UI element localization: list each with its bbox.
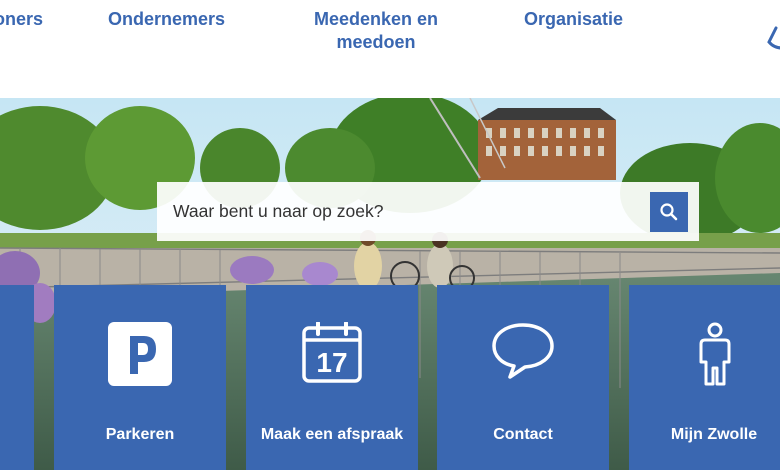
nav-item-organisatie[interactable]: Organisatie xyxy=(524,8,623,31)
tile-parkeren[interactable]: Parkeren xyxy=(54,285,226,470)
nav-item-inwoners[interactable]: woners xyxy=(0,8,43,31)
tile-label: Parkeren xyxy=(105,426,175,443)
nav-item-ondernemers[interactable]: Ondernemers xyxy=(108,8,225,31)
main-navigation: woners Ondernemers Meedenken en meedoen … xyxy=(0,0,780,98)
calendar-day: 17 xyxy=(316,347,347,378)
tile-label: Maak een afspraak xyxy=(260,426,404,443)
nav-item-meedenken[interactable]: Meedenken en meedoen xyxy=(306,8,446,54)
search-bar xyxy=(157,182,699,241)
parking-icon xyxy=(108,322,172,386)
tile-label: Mijn Zwolle xyxy=(670,426,758,443)
tile-wegwijs[interactable]: wijs xyxy=(0,285,34,470)
tile-maak-een-afspraak[interactable]: 17 Maak een afspraak xyxy=(246,285,418,470)
logo-icon xyxy=(767,26,780,50)
calendar-icon: 17 xyxy=(302,322,362,383)
search-icon xyxy=(660,202,678,220)
tile-label: Contact xyxy=(493,426,553,443)
search-button[interactable] xyxy=(650,191,688,232)
tile-mijn-zwolle[interactable]: Mijn Zwolle xyxy=(629,285,780,470)
person-icon xyxy=(699,322,731,386)
tile-contact[interactable]: Contact xyxy=(437,285,609,470)
speech-bubble-icon xyxy=(492,323,554,379)
search-input[interactable] xyxy=(157,182,650,241)
